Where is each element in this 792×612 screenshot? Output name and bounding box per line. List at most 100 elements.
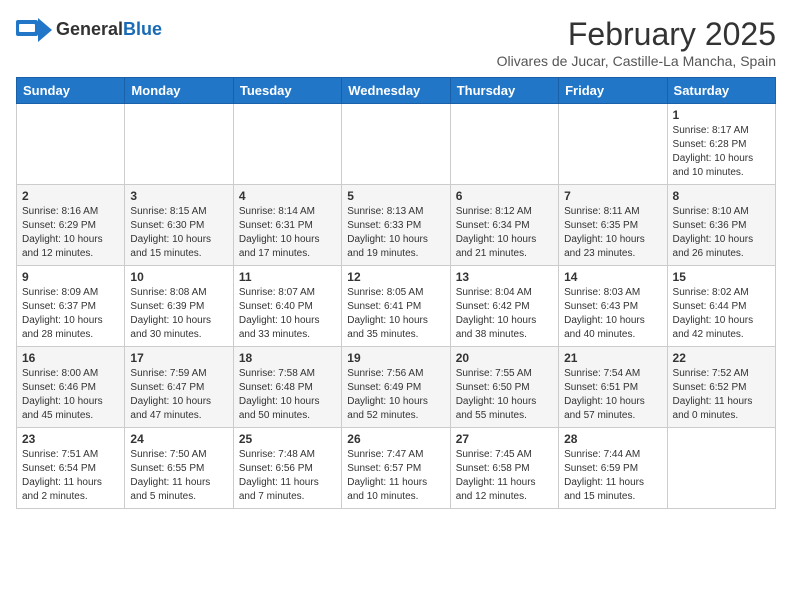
calendar-day-cell: 2 Sunrise: 8:16 AM Sunset: 6:29 PM Daylig… [17, 185, 125, 266]
day-info: Sunrise: 8:09 AM Sunset: 6:37 PM Dayligh… [22, 286, 119, 342]
calendar-table: SundayMondayTuesdayWednesdayThursdayFrid… [16, 77, 776, 509]
day-info: Sunrise: 8:16 AM Sunset: 6:29 PM Dayligh… [22, 205, 119, 261]
page-header: GeneralBlue February 2025 Olivares de Ju… [16, 16, 776, 69]
calendar-day-cell: 17 Sunrise: 7:59 AM Sunset: 6:47 PM Dayli… [125, 347, 233, 428]
calendar-week-row: 16 Sunrise: 8:00 AM Sunset: 6:46 PM Dayli… [17, 347, 776, 428]
calendar-day-cell: 3Sunrise: 8:15 AM Sunset: 6:30 PM Daylig… [125, 185, 233, 266]
calendar-day-cell: 14Sunrise: 8:03 AM Sunset: 6:43 PM Dayli… [559, 266, 667, 347]
calendar-day-cell [125, 104, 233, 185]
day-number: 11 [239, 270, 336, 284]
calendar-day-cell: 7Sunrise: 8:11 AM Sunset: 6:35 PM Daylig… [559, 185, 667, 266]
day-info: Sunrise: 7:54 AM Sunset: 6:51 PM Dayligh… [564, 367, 661, 423]
day-info: Sunrise: 8:07 AM Sunset: 6:40 PM Dayligh… [239, 286, 336, 342]
calendar-day-cell: 1 Sunrise: 8:17 AM Sunset: 6:28 PM Daylig… [667, 104, 775, 185]
day-info: Sunrise: 7:52 AM Sunset: 6:52 PM Dayligh… [673, 367, 770, 423]
calendar-day-cell: 16 Sunrise: 8:00 AM Sunset: 6:46 PM Dayli… [17, 347, 125, 428]
calendar-day-cell: 23 Sunrise: 7:51 AM Sunset: 6:54 PM Dayli… [17, 428, 125, 509]
day-info: Sunrise: 8:05 AM Sunset: 6:41 PM Dayligh… [347, 286, 444, 342]
calendar-day-cell: 12 Sunrise: 8:05 AM Sunset: 6:41 PM Dayli… [342, 266, 450, 347]
day-info: Sunrise: 8:17 AM Sunset: 6:28 PM Dayligh… [673, 124, 770, 180]
calendar-day-cell: 8 Sunrise: 8:10 AM Sunset: 6:36 PM Daylig… [667, 185, 775, 266]
calendar-day-cell: 21Sunrise: 7:54 AM Sunset: 6:51 PM Dayli… [559, 347, 667, 428]
day-info: Sunrise: 7:45 AM Sunset: 6:58 PM Dayligh… [456, 448, 553, 504]
calendar-day-cell: 6 Sunrise: 8:12 AM Sunset: 6:34 PM Daylig… [450, 185, 558, 266]
calendar-week-row: 1 Sunrise: 8:17 AM Sunset: 6:28 PM Daylig… [17, 104, 776, 185]
calendar-week-row: 2 Sunrise: 8:16 AM Sunset: 6:29 PM Daylig… [17, 185, 776, 266]
day-info: Sunrise: 7:51 AM Sunset: 6:54 PM Dayligh… [22, 448, 119, 504]
weekday-header-cell: Tuesday [233, 78, 341, 104]
weekday-header-cell: Friday [559, 78, 667, 104]
day-number: 13 [456, 270, 553, 284]
day-number: 6 [456, 189, 553, 203]
calendar-day-cell [17, 104, 125, 185]
day-info: Sunrise: 7:56 AM Sunset: 6:49 PM Dayligh… [347, 367, 444, 423]
calendar-day-cell: 4Sunrise: 8:14 AM Sunset: 6:31 PM Daylig… [233, 185, 341, 266]
weekday-header-cell: Saturday [667, 78, 775, 104]
day-number: 19 [347, 351, 444, 365]
day-number: 10 [130, 270, 227, 284]
calendar-day-cell [559, 104, 667, 185]
day-number: 26 [347, 432, 444, 446]
day-number: 1 [673, 108, 770, 122]
calendar-day-cell: 24Sunrise: 7:50 AM Sunset: 6:55 PM Dayli… [125, 428, 233, 509]
day-number: 25 [239, 432, 336, 446]
logo: GeneralBlue [16, 16, 162, 44]
calendar-day-cell [342, 104, 450, 185]
calendar-body: 1 Sunrise: 8:17 AM Sunset: 6:28 PM Daylig… [17, 104, 776, 509]
calendar-day-cell: 19 Sunrise: 7:56 AM Sunset: 6:49 PM Dayli… [342, 347, 450, 428]
calendar-day-cell: 10 Sunrise: 8:08 AM Sunset: 6:39 PM Dayli… [125, 266, 233, 347]
calendar-day-cell: 25 Sunrise: 7:48 AM Sunset: 6:56 PM Dayli… [233, 428, 341, 509]
day-number: 12 [347, 270, 444, 284]
day-number: 24 [130, 432, 227, 446]
day-number: 17 [130, 351, 227, 365]
day-number: 8 [673, 189, 770, 203]
day-number: 3 [130, 189, 227, 203]
day-info: Sunrise: 8:00 AM Sunset: 6:46 PM Dayligh… [22, 367, 119, 423]
calendar-day-cell: 13 Sunrise: 8:04 AM Sunset: 6:42 PM Dayli… [450, 266, 558, 347]
weekday-header-cell: Sunday [17, 78, 125, 104]
calendar-day-cell: 22 Sunrise: 7:52 AM Sunset: 6:52 PM Dayli… [667, 347, 775, 428]
day-info: Sunrise: 7:59 AM Sunset: 6:47 PM Dayligh… [130, 367, 227, 423]
title-block: February 2025 Olivares de Jucar, Castill… [497, 16, 776, 69]
calendar-day-cell: 18 Sunrise: 7:58 AM Sunset: 6:48 PM Dayli… [233, 347, 341, 428]
day-number: 23 [22, 432, 119, 446]
weekday-header-cell: Wednesday [342, 78, 450, 104]
day-info: Sunrise: 8:13 AM Sunset: 6:33 PM Dayligh… [347, 205, 444, 261]
calendar-day-cell: 15 Sunrise: 8:02 AM Sunset: 6:44 PM Dayli… [667, 266, 775, 347]
weekday-header-cell: Thursday [450, 78, 558, 104]
calendar-day-cell: 27 Sunrise: 7:45 AM Sunset: 6:58 PM Dayli… [450, 428, 558, 509]
day-number: 9 [22, 270, 119, 284]
calendar-day-cell: 28Sunrise: 7:44 AM Sunset: 6:59 PM Dayli… [559, 428, 667, 509]
day-number: 5 [347, 189, 444, 203]
day-info: Sunrise: 8:14 AM Sunset: 6:31 PM Dayligh… [239, 205, 336, 261]
day-number: 22 [673, 351, 770, 365]
day-info: Sunrise: 8:04 AM Sunset: 6:42 PM Dayligh… [456, 286, 553, 342]
day-info: Sunrise: 7:55 AM Sunset: 6:50 PM Dayligh… [456, 367, 553, 423]
day-info: Sunrise: 8:02 AM Sunset: 6:44 PM Dayligh… [673, 286, 770, 342]
calendar-day-cell: 9 Sunrise: 8:09 AM Sunset: 6:37 PM Daylig… [17, 266, 125, 347]
day-number: 2 [22, 189, 119, 203]
day-info: Sunrise: 7:58 AM Sunset: 6:48 PM Dayligh… [239, 367, 336, 423]
calendar-week-row: 9 Sunrise: 8:09 AM Sunset: 6:37 PM Daylig… [17, 266, 776, 347]
day-info: Sunrise: 8:08 AM Sunset: 6:39 PM Dayligh… [130, 286, 227, 342]
day-number: 18 [239, 351, 336, 365]
logo-text: GeneralBlue [56, 19, 162, 39]
day-number: 27 [456, 432, 553, 446]
calendar-day-cell [450, 104, 558, 185]
day-info: Sunrise: 7:48 AM Sunset: 6:56 PM Dayligh… [239, 448, 336, 504]
month-title: February 2025 [497, 16, 776, 53]
day-number: 16 [22, 351, 119, 365]
day-number: 28 [564, 432, 661, 446]
calendar-day-cell [233, 104, 341, 185]
calendar-day-cell: 11 Sunrise: 8:07 AM Sunset: 6:40 PM Dayli… [233, 266, 341, 347]
calendar-day-cell: 5 Sunrise: 8:13 AM Sunset: 6:33 PM Daylig… [342, 185, 450, 266]
calendar-week-row: 23 Sunrise: 7:51 AM Sunset: 6:54 PM Dayli… [17, 428, 776, 509]
day-info: Sunrise: 8:12 AM Sunset: 6:34 PM Dayligh… [456, 205, 553, 261]
day-number: 14 [564, 270, 661, 284]
day-number: 15 [673, 270, 770, 284]
logo-icon [16, 16, 52, 44]
calendar-day-cell [667, 428, 775, 509]
day-info: Sunrise: 8:10 AM Sunset: 6:36 PM Dayligh… [673, 205, 770, 261]
day-info: Sunrise: 8:11 AM Sunset: 6:35 PM Dayligh… [564, 205, 661, 261]
calendar-day-cell: 20Sunrise: 7:55 AM Sunset: 6:50 PM Dayli… [450, 347, 558, 428]
